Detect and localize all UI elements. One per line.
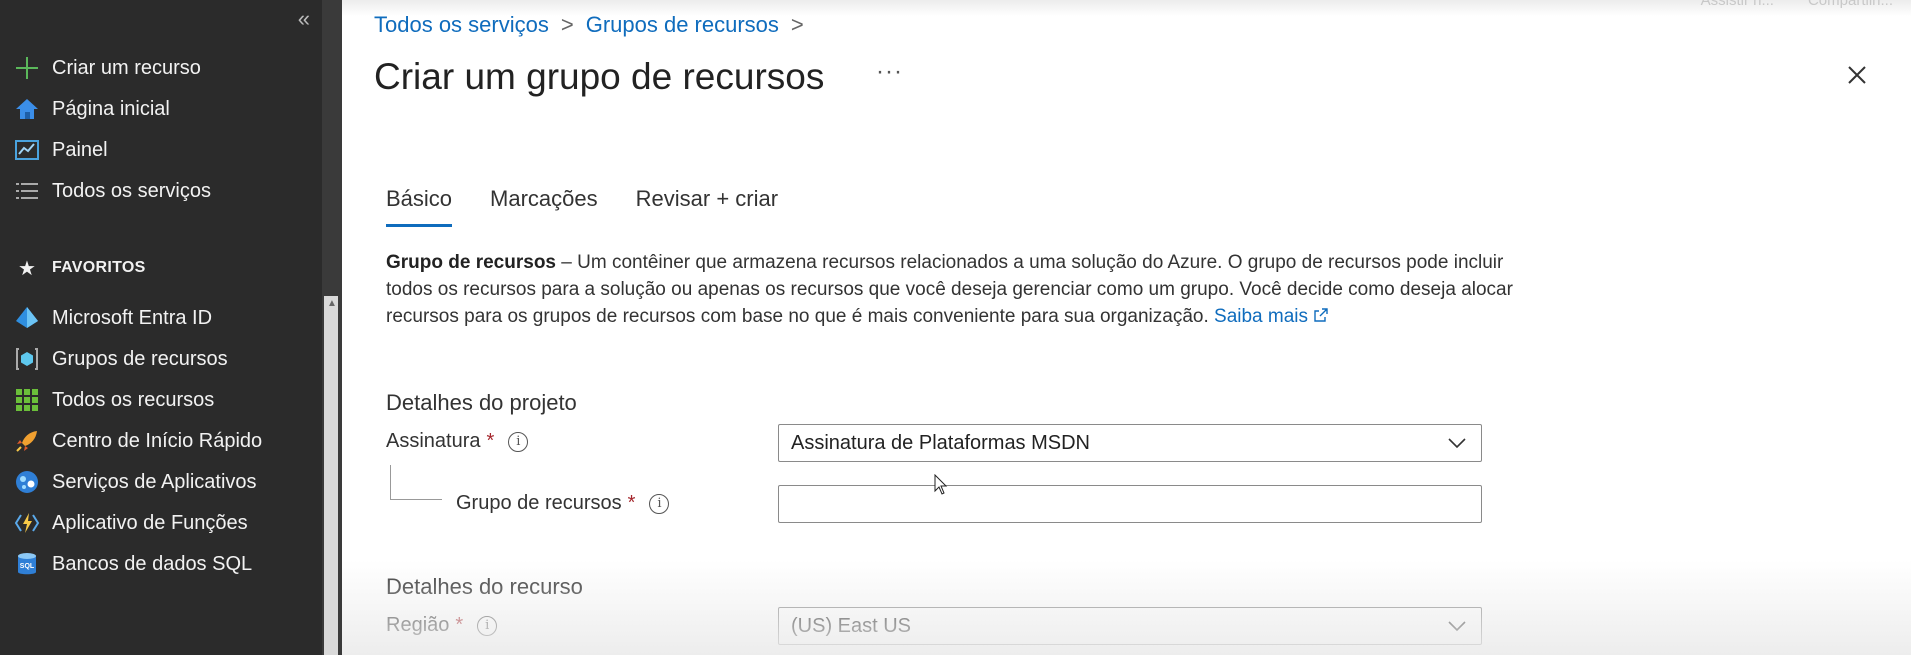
watch-button[interactable]: Assistir n... [1701, 0, 1774, 9]
resource-group-icon [12, 344, 42, 374]
svg-text:SQL: SQL [20, 563, 35, 570]
sidebar-item-label: Painel [52, 138, 108, 161]
description-text: – Um contêiner que armazena recursos rel… [386, 252, 1513, 327]
sidebar-item-label: Centro de Início Rápido [52, 429, 263, 452]
page-title: Criar um grupo de recursos [374, 56, 825, 97]
resource-group-label-text: Grupo de recursos [456, 492, 622, 514]
breadcrumb: Todos os serviços > Grupos de recursos > [374, 12, 804, 38]
scroll-up-icon[interactable]: ▲ [327, 298, 337, 309]
list-icon [12, 176, 42, 206]
sidebar-item-label: Grupos de recursos [52, 347, 228, 370]
sidebar-item-all-services[interactable]: Todos os serviços [0, 169, 322, 213]
chevron-right-icon: > [560, 12, 574, 37]
description: Grupo de recursos – Um contêiner que arm… [386, 249, 1526, 330]
tab-basic[interactable]: Básico [386, 186, 453, 227]
collapse-sidebar-icon[interactable]: « [298, 6, 310, 32]
entra-id-icon [12, 303, 42, 333]
region-label: Região * i [386, 614, 498, 637]
learn-more-label: Saiba mais [1214, 306, 1309, 327]
top-right-actions: Assistir n... Compartilh... [1701, 0, 1893, 9]
sidebar-item-quickstart[interactable]: Centro de Início Rápido [0, 419, 322, 463]
region-label-text: Região [386, 614, 450, 636]
favorites-label: FAVORITOS [51, 259, 146, 276]
sidebar-item-label: Microsoft Entra ID [52, 306, 213, 329]
resource-details-title: Detalhes do recurso [386, 574, 583, 599]
sidebar-item-label: Todos os serviços [52, 179, 211, 202]
external-link-icon [1314, 308, 1329, 322]
chevron-down-icon [1448, 438, 1466, 449]
chevron-right-icon: > [790, 12, 804, 37]
sidebar-item-label: Todos os recursos [52, 388, 215, 411]
required-mark: * [627, 492, 636, 514]
sql-database-icon: SQL [12, 549, 42, 579]
sidebar-item-home[interactable]: Página inicial [0, 87, 322, 131]
sidebar-item-app-services[interactable]: Serviços de Aplicativos [0, 460, 322, 504]
sidebar-item-function-app[interactable]: Aplicativo de Funções [0, 501, 322, 545]
sidebar-item-all-resources[interactable]: Todos os recursos [0, 378, 322, 422]
tab-bar: Básico Marcações Revisar + criar [386, 186, 778, 227]
resource-group-input[interactable] [778, 485, 1482, 523]
sidebar-item-label: Página inicial [52, 97, 170, 120]
share-button[interactable]: Compartilh... [1808, 0, 1893, 9]
tree-connector [390, 465, 442, 500]
subscription-select[interactable]: Assinatura de Plataformas MSDN [778, 424, 1482, 462]
sidebar-item-resource-groups[interactable]: Grupos de recursos [0, 337, 322, 381]
subscription-label-text: Assinatura [386, 430, 481, 452]
region-select[interactable]: (US) East US [778, 607, 1482, 645]
main-panel: Assistir n... Compartilh... Todos os ser… [342, 0, 1911, 655]
sidebar-item-label: Criar um recurso [52, 56, 201, 79]
required-mark: * [486, 430, 495, 452]
info-icon[interactable]: i [477, 615, 498, 636]
dashboard-icon [12, 135, 42, 165]
home-icon [12, 94, 42, 124]
description-bold: Grupo de recursos [386, 252, 556, 273]
info-icon[interactable]: i [649, 493, 670, 514]
subscription-label: Assinatura * i [386, 430, 529, 453]
favorites-header: ★ FAVORITOS [0, 250, 322, 286]
more-options-icon[interactable]: ··· [876, 58, 903, 86]
breadcrumb-resource-groups[interactable]: Grupos de recursos [586, 12, 779, 38]
star-icon: ★ [18, 257, 36, 280]
required-mark: * [455, 614, 464, 636]
grid-icon [12, 385, 42, 415]
sidebar-item-dashboard[interactable]: Painel [0, 128, 322, 172]
sidebar-item-label: Serviços de Aplicativos [52, 470, 257, 493]
tab-review-create[interactable]: Revisar + criar [636, 186, 778, 227]
chevron-down-icon [1448, 621, 1466, 632]
subscription-value: Assinatura de Plataformas MSDN [791, 431, 1091, 454]
sidebar: « Criar um recurso Página inicial Painel… [0, 0, 322, 655]
info-icon[interactable]: i [508, 431, 529, 452]
sidebar-item-label: Aplicativo de Funções [52, 511, 248, 534]
region-value: (US) East US [791, 614, 912, 637]
close-icon[interactable] [1842, 60, 1872, 90]
sidebar-item-sql-databases[interactable]: SQL Bancos de dados SQL [0, 542, 322, 586]
app-services-icon [12, 467, 42, 497]
mouse-cursor-icon [934, 474, 948, 495]
sidebar-scroll-thumb[interactable] [324, 296, 338, 655]
rocket-icon [12, 426, 42, 456]
sidebar-item-create-resource[interactable]: Criar um recurso [0, 46, 322, 90]
tab-tags[interactable]: Marcações [490, 186, 598, 227]
sidebar-item-entra-id[interactable]: Microsoft Entra ID [0, 296, 322, 340]
learn-more-link[interactable]: Saiba mais [1214, 306, 1329, 327]
sidebar-item-label: Bancos de dados SQL [52, 552, 253, 575]
function-app-icon [12, 508, 42, 538]
resource-group-label: Grupo de recursos * i [456, 492, 670, 515]
breadcrumb-all-services[interactable]: Todos os serviços [374, 12, 549, 38]
project-details-title: Detalhes do projeto [386, 390, 577, 415]
plus-icon [12, 53, 42, 83]
